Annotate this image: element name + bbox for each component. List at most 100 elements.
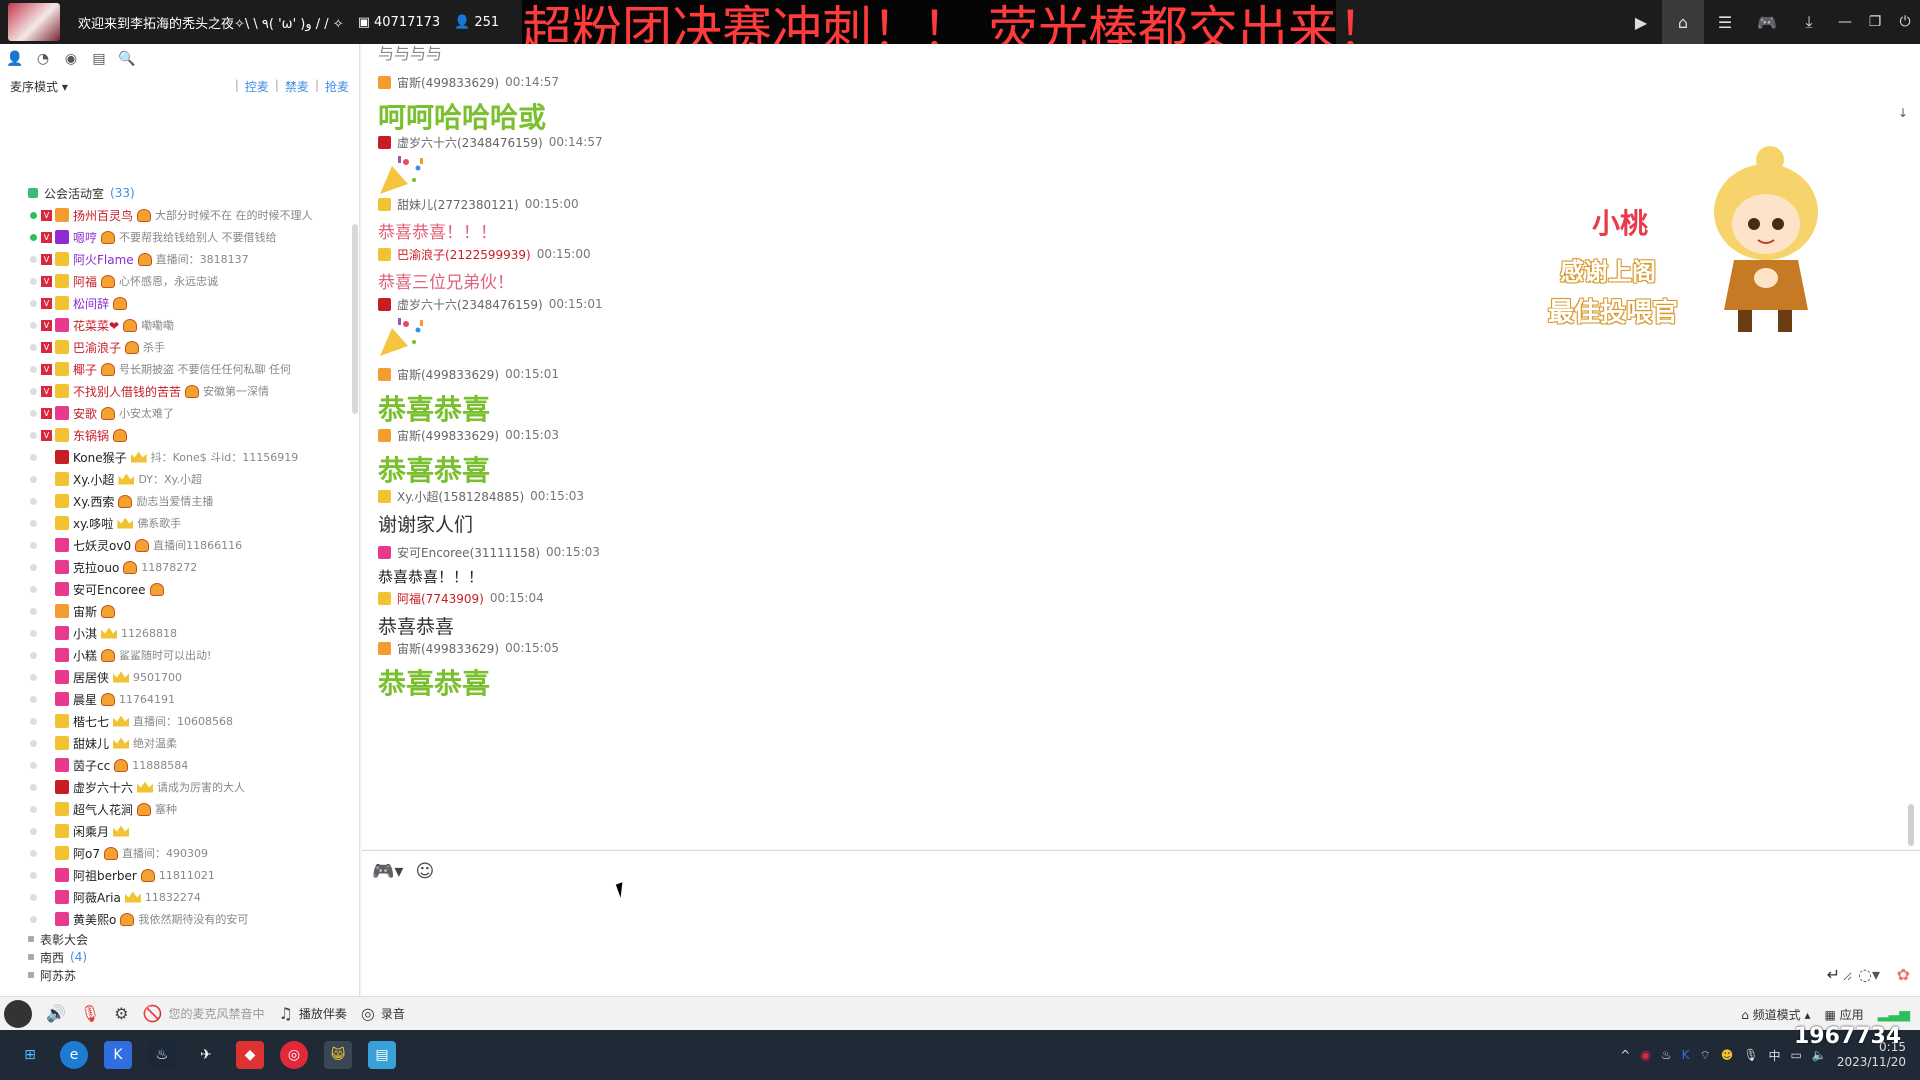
download-icon[interactable]: ⤓ (1788, 0, 1830, 44)
member-row[interactable]: 小淇 11268818 (0, 622, 352, 644)
yy-icon[interactable]: 😸 (324, 1041, 352, 1069)
home-icon[interactable]: ⌂ (1662, 0, 1704, 44)
chat-message[interactable]: 宙斯(499833629) 00:15:05 恭喜恭喜 (378, 640, 559, 702)
member-row[interactable]: V 安歌 小安太难了 (0, 402, 352, 424)
member-row[interactable]: V 阿火Flame 直播间：3818137 (0, 248, 352, 270)
gamepad-icon[interactable]: 🎮 (1746, 0, 1788, 44)
volume-icon[interactable]: 🔈 (1812, 1048, 1827, 1062)
tray-steam-icon[interactable]: ♨ (1661, 1048, 1672, 1062)
ban-mic-link[interactable]: 禁麦 (285, 78, 309, 95)
kook-icon[interactable]: K (104, 1041, 132, 1069)
grab-mic-link[interactable]: 抢麦 (325, 78, 349, 95)
message-user[interactable]: 巴渝浪子(2122599939) (397, 246, 531, 263)
channel-mode-button[interactable]: ⌂ 频道模式 ▴ (1741, 1006, 1810, 1023)
member-row[interactable]: 克拉ouo 11878272 (0, 556, 352, 578)
chat-scrollbar[interactable] (1908, 804, 1914, 846)
member-row[interactable]: 楷七七 直播间：10608568 (0, 710, 352, 732)
tray-up-icon[interactable]: ^ (1620, 1048, 1630, 1062)
record-button[interactable]: ◎ 录音 (361, 1004, 405, 1023)
power-icon[interactable]: ⏻ (1890, 0, 1920, 44)
person-icon[interactable]: 👤 (6, 50, 24, 68)
member-row[interactable]: V 扬州百灵鸟 大部分时候不在 在的时候不理人 (0, 204, 352, 226)
member-row[interactable]: 超气人花涧 塞种 (0, 798, 352, 820)
member-row[interactable]: V 不找别人借钱的苦苦 安徽第一深情 (0, 380, 352, 402)
chat-message[interactable]: 阿福(7743909) 00:15:04 恭喜恭喜 (378, 590, 544, 639)
message-user[interactable]: 宙斯(499833629) (397, 640, 499, 657)
member-row[interactable]: 七妖灵ov0 直播间11866116 (0, 534, 352, 556)
member-row[interactable]: 闲乘月 (0, 820, 352, 842)
group-header[interactable]: 公会活动室 (33) (0, 182, 352, 204)
member-row[interactable]: Kone猴子 抖：Kone$ 斗id：11156919 (0, 446, 352, 468)
subgroup-row[interactable]: 阿苏苏 (0, 966, 352, 984)
game-icon[interactable]: ◆ (236, 1041, 264, 1069)
chat-message[interactable]: 安可Encoree(31111158) 00:15:03 恭喜恭喜！！！ (378, 544, 600, 587)
chat-message[interactable]: 虚岁六十六(2348476159) 00:15:01 (378, 296, 603, 362)
message-user[interactable]: 虚岁六十六(2348476159) (397, 134, 543, 151)
message-user[interactable]: 安可Encoree(31111158) (397, 544, 540, 561)
mic-button[interactable]: 🎙 (80, 1004, 100, 1023)
tray-wifi-icon[interactable]: ⌔ (1699, 1048, 1710, 1063)
edge-icon[interactable]: e (60, 1041, 88, 1069)
member-row[interactable]: Xy.小超 DY：Xy.小超 (0, 468, 352, 490)
member-row[interactable]: 甜妹儿 绝对温柔 (0, 732, 352, 754)
search-icon[interactable]: 🔍 (118, 50, 136, 68)
ime-indicator[interactable]: 中 (1769, 1047, 1781, 1064)
member-row[interactable]: 安可Encoree (0, 578, 352, 600)
tray-app-icon[interactable]: ◉ (1640, 1048, 1650, 1062)
my-avatar[interactable] (4, 999, 32, 1028)
member-row[interactable]: V 松间辞 (0, 292, 352, 314)
member-row[interactable]: 晨星 11764191 (0, 688, 352, 710)
subgroup-row[interactable]: 表彰大会 (0, 930, 352, 948)
chat-icon[interactable]: ◔ (34, 50, 52, 68)
minimize-icon[interactable]: — (1830, 0, 1860, 44)
chat-message[interactable]: 宙斯(499833629) 00:15:01 恭喜恭喜 (378, 366, 559, 428)
list-icon[interactable]: ☰ (1704, 0, 1746, 44)
chat-message[interactable]: 宙斯(499833629) 00:14:57 呵呵哈哈哈或 (378, 74, 559, 136)
member-row[interactable]: V 花菜菜❤ 嘞嘞嘞 (0, 314, 352, 336)
channel-avatar[interactable] (8, 3, 60, 41)
member-row[interactable]: V 椰子 号长期披盗 不要信任任何私聊 任何 (0, 358, 352, 380)
message-user[interactable]: 虚岁六十六(2348476159) (397, 296, 543, 313)
scroll-down-icon[interactable]: ↓ (1898, 106, 1908, 120)
member-row[interactable]: 虚岁六十六 请成为厉害的大人 (0, 776, 352, 798)
network-icon[interactable]: ▭ (1791, 1048, 1802, 1062)
member-row[interactable]: 居居侠 9501700 (0, 666, 352, 688)
tray-mic-icon[interactable]: 🎙 (1743, 1048, 1758, 1062)
video-icon[interactable]: ▶ (1620, 0, 1662, 44)
speech-icon[interactable]: ◌▾ (1858, 965, 1880, 984)
apps-button[interactable]: ▦ 应用 (1825, 1006, 1864, 1023)
message-input[interactable] (372, 891, 1852, 981)
member-row[interactable]: 黄美熙o 我依然期待没有的安可 (0, 908, 352, 930)
tray-kook-icon[interactable]: K (1682, 1048, 1690, 1062)
member-row[interactable]: 阿薇Aria 11832274 (0, 886, 352, 908)
message-user[interactable]: 阿福(7743909) (397, 590, 484, 607)
flower-icon[interactable]: ✿ (1897, 965, 1910, 984)
tray-yy-icon[interactable]: ☻ (1721, 1048, 1734, 1062)
chat-message[interactable]: Xy.小超(1581284885) 00:15:03 谢谢家人们 (378, 488, 584, 537)
steam-icon[interactable]: ♨ (148, 1041, 176, 1069)
chat-message[interactable]: 甜妹儿(2772380121) 00:15:00 恭喜恭喜！！！ (378, 196, 579, 243)
accompany-button[interactable]: ♫ 播放伴奏 (279, 1004, 347, 1023)
location-icon[interactable]: ◉ (62, 50, 80, 68)
member-row[interactable]: V 阿福 心怀感恩，永远忠诚 (0, 270, 352, 292)
mixer-button[interactable]: ⚙ (114, 1004, 128, 1023)
member-row[interactable]: 阿o7 直播间：490309 (0, 842, 352, 864)
chat-message[interactable]: 宙斯(499833629) 00:15:03 恭喜恭喜 (378, 427, 559, 489)
member-row[interactable]: 阿祖berber 11811021 (0, 864, 352, 886)
speaker-button[interactable]: 🔊 (46, 1004, 66, 1023)
member-row[interactable]: V 东锅锅 (0, 424, 352, 446)
emoji-icon[interactable]: ☺ (415, 861, 434, 882)
chat-message[interactable]: 虚岁六十六(2348476159) 00:14:57 (378, 134, 603, 200)
notepad-icon[interactable]: ▤ (368, 1041, 396, 1069)
member-row[interactable]: 小糕 鲨鲨随时可以出动! (0, 644, 352, 666)
message-user[interactable]: 甜妹儿(2772380121) (397, 196, 519, 213)
member-row[interactable]: 茵子cc 11888584 (0, 754, 352, 776)
member-scrollbar[interactable] (352, 224, 358, 414)
message-user[interactable]: Xy.小超(1581284885) (397, 488, 524, 505)
member-row[interactable]: V 嗯哼 不要帮我给钱给别人 不要借钱给 (0, 226, 352, 248)
send-icon[interactable]: ↵ (1827, 965, 1840, 984)
message-user[interactable]: 宙斯(499833629) (397, 427, 499, 444)
control-mic-link[interactable]: 控麦 (245, 78, 269, 95)
message-user[interactable]: 宙斯(499833629) (397, 74, 499, 91)
member-row[interactable]: V 巴渝浪子 杀手 (0, 336, 352, 358)
